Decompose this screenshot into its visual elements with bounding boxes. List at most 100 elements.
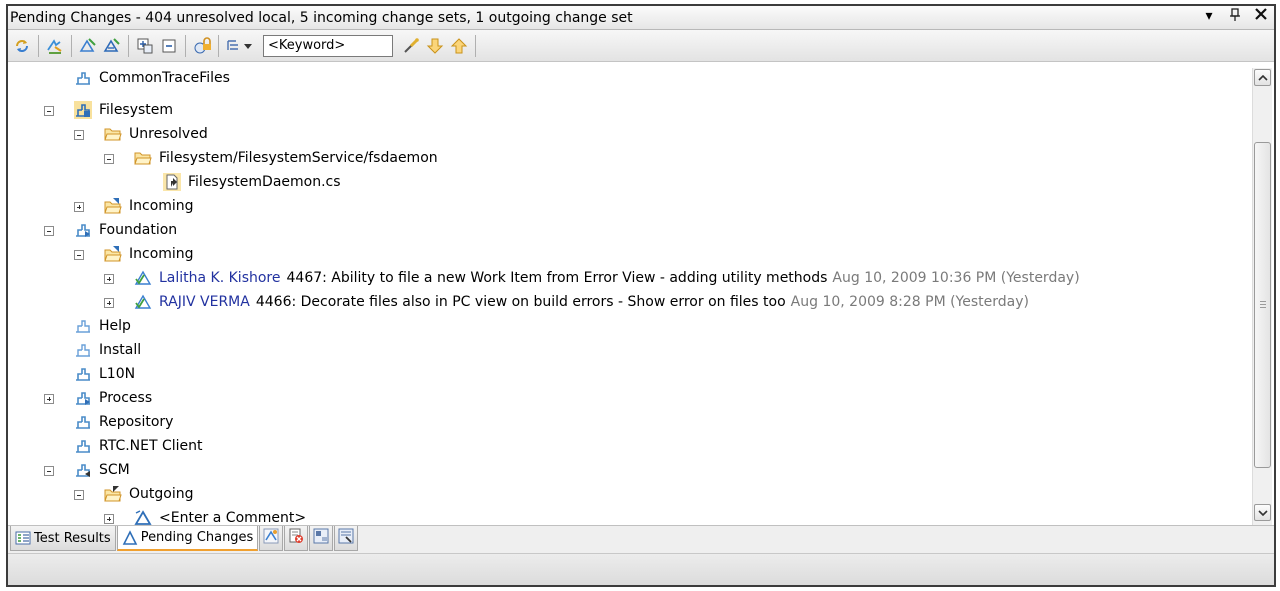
tree-item-incoming[interactable]: Incoming [104,243,194,265]
view-menu-button[interactable]: ▾ [1202,8,1216,26]
collapse-toggle[interactable] [44,466,54,476]
collapse-toggle[interactable] [44,226,54,236]
change-set-icon [134,509,152,525]
tree-item-label: Install [99,342,142,358]
component-icon [74,317,92,335]
deliver-icon[interactable] [77,35,99,57]
change-set-comment: 4466: Decorate files also in PC view on … [255,294,786,310]
tree-item-help[interactable]: Help [74,315,131,337]
tree-item-unresolved[interactable]: Unresolved [104,123,208,145]
scroll-up-button[interactable] [1254,69,1271,86]
component-icon [74,69,92,87]
toolbar-separator [475,34,476,57]
previous-icon[interactable] [448,35,470,57]
tab-test-results[interactable]: Test Results [10,526,116,551]
scroll-down-button[interactable] [1254,504,1271,521]
change-set-row[interactable]: RAJIV VERMA 4466: Decorate files also in… [134,291,1029,313]
tab-builds[interactable] [309,526,334,551]
test-results-icon [15,530,31,546]
window-title: Pending Changes - 404 unresolved local, … [10,9,633,26]
tree-item-label: Repository [99,414,174,430]
change-set-author[interactable]: RAJIV VERMA [159,294,250,310]
tree-item-incoming[interactable]: Incoming [104,195,194,217]
tree-item-file[interactable]: FilesystemDaemon.cs [163,171,341,193]
tree-item-folder-path[interactable]: Filesystem/FilesystemService/fsdaemon [134,147,438,169]
tree-item-process[interactable]: Process [74,387,152,409]
tree-item-label: Help [99,318,131,334]
change-set-comment: 4467: Ability to file a new Work Item fr… [286,270,828,286]
collapse-toggle[interactable] [104,154,114,164]
tree-item-repository[interactable]: Repository [74,411,173,433]
vertical-scrollbar[interactable] [1252,68,1272,525]
tab-pending-changes[interactable]: Pending Changes [116,526,259,551]
expand-all-icon[interactable] [134,35,156,57]
change-set-row[interactable]: Lalitha K. Kishore 4467: Ability to file… [134,267,1080,289]
collapse-all-icon[interactable] [158,35,180,57]
refresh-icon[interactable] [11,35,33,57]
expand-toggle[interactable] [104,514,114,524]
tab-team-central[interactable] [334,526,359,551]
change-set-icon [134,293,152,311]
tree-item-label: Outgoing [129,486,194,502]
tree-item-filesystem[interactable]: Filesystem [74,99,173,121]
tree-item-commontracefiles[interactable]: CommonTraceFiles [74,67,230,89]
next-icon[interactable] [424,35,446,57]
status-bar [8,553,1274,585]
tree-item-label: SCM [99,462,130,478]
tree-item-label: CommonTraceFiles [99,70,230,86]
expand-toggle[interactable] [104,274,114,284]
change-set-author[interactable]: Lalitha K. Kishore [159,270,281,286]
tab-label: Pending Changes [140,530,254,545]
accept-icon[interactable] [44,35,66,57]
tree-item-foundation[interactable]: Foundation [74,219,177,241]
tree-item-label: Unresolved [129,126,208,142]
pending-changes-window: Pending Changes - 404 unresolved local, … [6,4,1276,587]
keyword-search-input[interactable] [263,34,393,57]
tree-item-outgoing[interactable]: Outgoing [104,483,193,505]
component-icon [74,101,92,119]
tree-item-l10n[interactable]: L10N [74,363,135,385]
folder-icon [134,149,152,167]
tree-item-label: Filesystem [99,102,174,118]
incoming-folder-icon [104,197,122,215]
find-icon[interactable] [400,35,422,57]
collapse-toggle[interactable] [74,250,84,260]
group-by-icon[interactable] [224,35,258,57]
deliver-all-icon[interactable] [101,35,123,57]
component-icon [74,389,92,407]
builds-icon [313,528,329,548]
tab-team-artifacts[interactable] [259,526,284,551]
toolbar-separator [218,34,219,57]
pending-changes-icon [122,529,138,546]
close-button[interactable] [1254,8,1268,26]
outgoing-change-set-row[interactable]: <Enter a Comment> [134,507,306,525]
toolbar-separator [128,34,129,57]
expand-toggle[interactable] [74,202,84,212]
expand-toggle[interactable] [44,394,54,404]
tree-item-label: Filesystem/FilesystemService/fsdaemon [159,150,438,166]
tab-label: Test Results [34,530,111,546]
outgoing-folder-icon [104,485,122,503]
title-bar: Pending Changes - 404 unresolved local, … [8,6,1274,30]
pin-button[interactable] [1228,8,1242,26]
expand-toggle[interactable] [104,298,114,308]
tree-item-rtc-net-client[interactable]: RTC.NET Client [74,435,203,457]
tree-item-label: Incoming [129,246,194,262]
component-icon [74,461,92,479]
scroll-thumb[interactable] [1254,142,1271,468]
folder-icon [104,125,122,143]
component-icon [74,437,92,455]
tree-item-install[interactable]: Install [74,339,141,361]
tree-item-scm[interactable]: SCM [74,459,130,481]
collapse-toggle[interactable] [44,106,54,116]
lock-icon[interactable] [191,35,213,57]
change-set-comment[interactable]: <Enter a Comment> [159,510,306,525]
tab-work-items[interactable] [284,526,309,551]
collapse-toggle[interactable] [74,130,84,140]
component-icon [74,341,92,359]
collapse-toggle[interactable] [74,490,84,500]
toolbar-separator [185,34,186,57]
tree-item-label: Process [99,390,153,406]
file-icon [163,173,181,191]
team-artifacts-icon [263,528,279,548]
